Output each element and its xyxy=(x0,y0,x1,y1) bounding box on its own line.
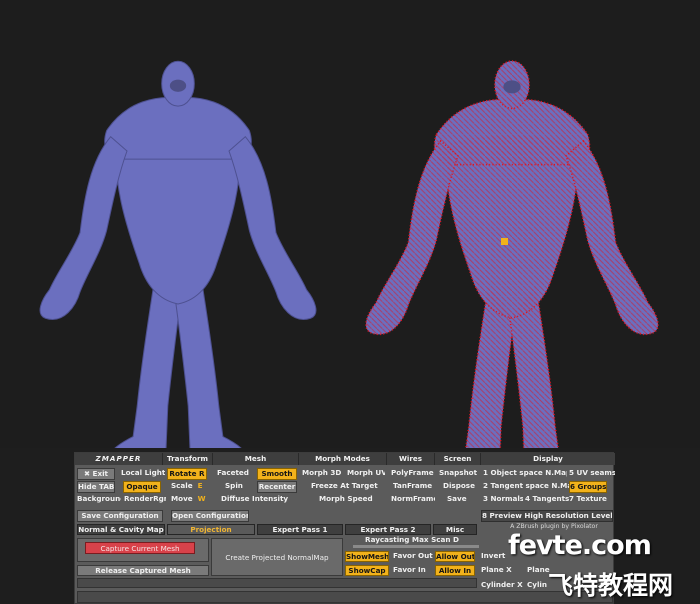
smooth-button[interactable]: Smooth xyxy=(257,468,297,480)
capture-current-mesh-button[interactable]: Capture Current Mesh xyxy=(85,542,195,554)
selected-vertex-marker xyxy=(501,238,508,245)
preview-high-resolution-button[interactable]: 8 Preview High Resolution Level xyxy=(481,510,613,522)
watermark-title: 飞特教程网 xyxy=(548,571,674,600)
faceted-toggle[interactable]: Faceted xyxy=(217,468,253,478)
opaque-button[interactable]: Opaque xyxy=(123,481,161,493)
bottom-strip xyxy=(77,578,477,588)
display-tangents[interactable]: 4 Tangents xyxy=(525,494,569,504)
tab-projection[interactable]: Projection xyxy=(167,524,255,535)
right-model xyxy=(365,60,659,448)
recenter-button[interactable]: Recenter xyxy=(257,481,297,493)
polyframe-toggle[interactable]: PolyFrame xyxy=(391,468,435,478)
diffuse-intensity-slider[interactable]: Diffuse Intensity xyxy=(221,494,299,504)
display-groups[interactable]: 6 Groups xyxy=(569,481,607,493)
open-configuration-button[interactable]: Open Configuration xyxy=(171,510,249,522)
save-button[interactable]: Save xyxy=(447,494,477,504)
header-transform: Transform xyxy=(163,453,213,465)
dispose-button[interactable]: Dispose xyxy=(443,481,479,491)
raycasting-slider-track[interactable] xyxy=(353,545,479,548)
cylinder-x-toggle[interactable]: Cylinder X xyxy=(481,580,527,590)
save-configuration-button[interactable]: Save Configuration xyxy=(77,510,163,522)
scale-button[interactable]: Scale E xyxy=(171,481,207,491)
move-button[interactable]: Move W xyxy=(171,494,207,504)
rotate-key: R xyxy=(199,469,205,478)
allow-in-toggle[interactable]: Allow In xyxy=(435,565,475,576)
header-display: Display xyxy=(481,453,615,465)
exit-button[interactable]: ✖ Exit xyxy=(77,468,115,480)
spin-toggle[interactable]: Spin xyxy=(225,481,255,491)
display-normals[interactable]: 3 Normals xyxy=(483,494,523,504)
zmapper-logo: ZMAPPER xyxy=(75,453,163,465)
morph-3d-toggle[interactable]: Morph 3D xyxy=(302,468,342,478)
release-captured-mesh-button[interactable]: Release Captured Mesh xyxy=(77,565,209,576)
header-wires: Wires xyxy=(387,453,435,465)
display-uv-seams[interactable]: 5 UV seams xyxy=(569,468,615,478)
display-object-space-nmap[interactable]: 1 Object space N.Map xyxy=(483,468,567,478)
rotate-button[interactable]: Rotate R xyxy=(167,468,207,480)
create-projected-normalmap-button[interactable]: Create Projected NormalMap xyxy=(211,538,343,576)
show-cap-toggle[interactable]: ShowCap xyxy=(345,565,389,576)
background-toggle[interactable]: Background xyxy=(77,494,121,504)
header-mesh: Mesh xyxy=(213,453,299,465)
allow-out-toggle[interactable]: Allow Out xyxy=(435,551,475,562)
rotate-label: Rotate xyxy=(169,469,197,478)
tab-misc[interactable]: Misc xyxy=(433,524,477,535)
tab-expert-pass-1[interactable]: Expert Pass 1 xyxy=(257,524,343,535)
tanframe-toggle[interactable]: TanFrame xyxy=(393,481,433,491)
raycasting-max-scan-slider[interactable]: Raycasting Max Scan D xyxy=(345,535,479,544)
watermark-site: fevte.com xyxy=(508,530,652,561)
display-texture[interactable]: 7 Texture xyxy=(569,494,613,504)
header-screen: Screen xyxy=(435,453,481,465)
viewport-canvas xyxy=(39,60,659,448)
local-light-toggle[interactable]: Local Light xyxy=(121,468,165,478)
scale-label: Scale xyxy=(171,481,193,490)
header-morph-modes: Morph Modes xyxy=(299,453,387,465)
freeze-at-target-toggle[interactable]: Freeze At Target xyxy=(311,481,383,491)
tab-normal-cavity-map[interactable]: Normal & Cavity Map xyxy=(77,524,165,535)
display-tangent-space-nmap[interactable]: 2 Tangent space N.Map xyxy=(483,481,569,491)
snapshot-button[interactable]: Snapshot xyxy=(439,468,479,478)
show-mesh-toggle[interactable]: ShowMesh xyxy=(345,551,389,562)
tab-expert-pass-2[interactable]: Expert Pass 2 xyxy=(345,524,431,535)
normframe-toggle[interactable]: NormFrame xyxy=(391,494,435,504)
zmapper-panel: ZMAPPER Transform Mesh Morph Modes Wires… xyxy=(74,452,615,604)
move-key: W xyxy=(197,494,206,503)
bottom-strip-2 xyxy=(77,591,613,603)
favor-in-toggle[interactable]: Favor In xyxy=(393,565,433,575)
scale-key: E xyxy=(197,481,203,490)
favor-out-toggle[interactable]: Favor Out xyxy=(393,551,433,561)
render-rgn-toggle[interactable]: RenderRgn xyxy=(124,494,166,504)
exit-label: Exit xyxy=(92,469,108,478)
morph-speed-slider[interactable]: Morph Speed xyxy=(319,494,375,504)
morph-uv-toggle[interactable]: Morph UV xyxy=(347,468,385,478)
3d-viewport[interactable] xyxy=(0,0,700,448)
left-model xyxy=(39,60,317,448)
hide-tab-button[interactable]: Hide TAB xyxy=(77,481,115,493)
plane-x-toggle[interactable]: Plane X xyxy=(481,565,521,575)
zbrush-icon: ✖ xyxy=(84,469,93,478)
move-label: Move xyxy=(171,494,193,503)
